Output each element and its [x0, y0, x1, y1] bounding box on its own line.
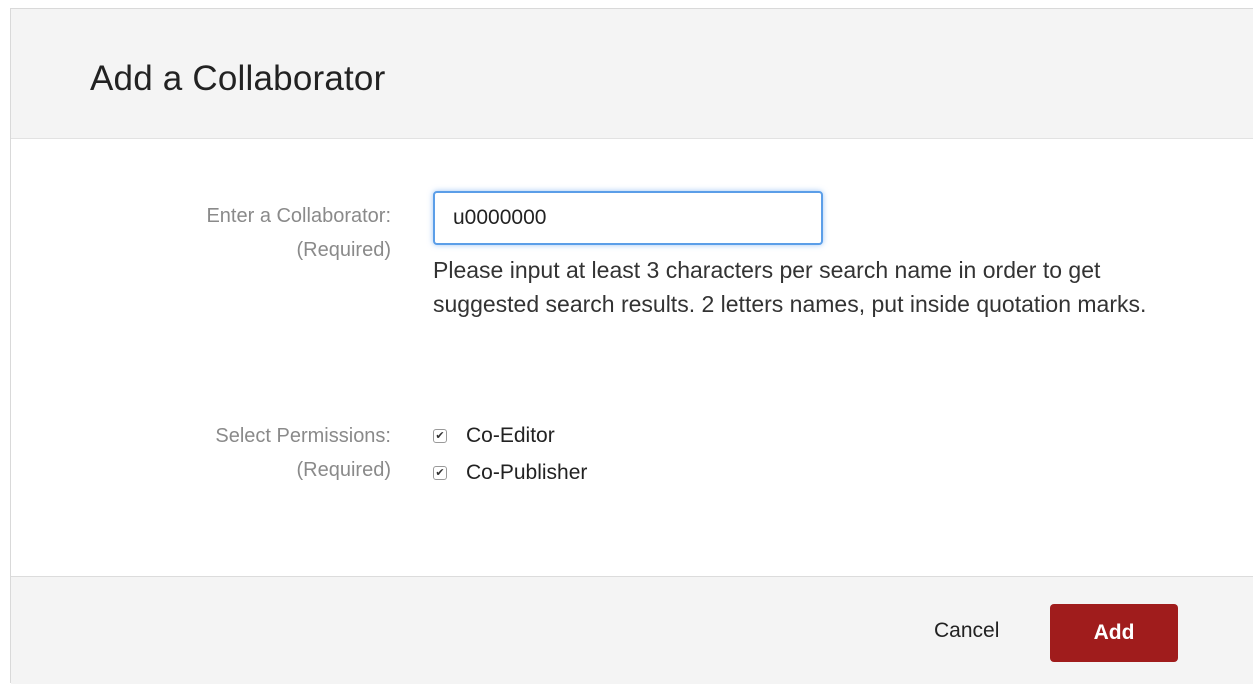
permission-co-publisher[interactable]: ✔ Co-Publisher [433, 458, 587, 488]
collaborator-search-input[interactable] [433, 191, 823, 245]
collaborator-label: Enter a Collaborator: [206, 205, 391, 227]
co-publisher-label: Co-Publisher [466, 461, 588, 484]
add-collaborator-dialog: Add a Collaborator Enter a Collaborator:… [10, 8, 1253, 684]
dialog-title: Add a Collaborator [90, 59, 386, 98]
cancel-button[interactable]: Cancel [934, 619, 999, 643]
permissions-label: Select Permissions: [215, 425, 391, 447]
collaborator-help-text: Please input at least 3 characters per s… [433, 257, 1147, 317]
collaborator-required-note: (Required) [296, 239, 391, 261]
co-editor-label: Co-Editor [466, 424, 555, 447]
dialog-header: Add a Collaborator [11, 9, 1253, 139]
checkmark-icon: ✔ [435, 466, 445, 479]
add-button[interactable]: Add [1050, 604, 1178, 662]
co-publisher-checkbox[interactable]: ✔ [433, 466, 447, 480]
checkmark-icon: ✔ [435, 429, 445, 442]
permissions-required-note: (Required) [296, 459, 391, 481]
dialog-body: Enter a Collaborator: (Required) Please … [11, 139, 1253, 576]
dialog-footer: Cancel Add [11, 576, 1253, 684]
co-editor-checkbox[interactable]: ✔ [433, 429, 447, 443]
permission-co-editor[interactable]: ✔ Co-Editor [433, 421, 555, 451]
